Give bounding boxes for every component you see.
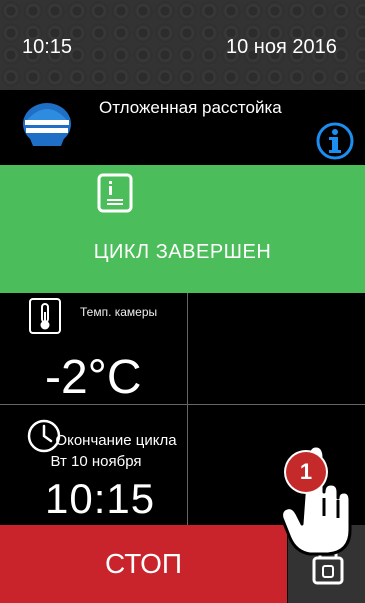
recipe-icon[interactable] — [97, 173, 133, 213]
proofing-icon — [23, 103, 71, 146]
clock-time: 10:15 — [22, 36, 73, 58]
info-icon[interactable] — [316, 122, 354, 160]
empty-cell-top — [188, 293, 365, 404]
chamber-temp-label: Темп. камеры — [80, 305, 158, 319]
program-name: Отложенная расстойка — [99, 98, 282, 117]
current-date: 10 ноя 2016 — [226, 36, 337, 58]
cycle-status-text: ЦИКЛ ЗАВЕРШЕН — [93, 241, 272, 263]
stop-button[interactable]: СТОП — [0, 525, 287, 603]
grid-divider-vertical — [187, 293, 188, 525]
thermometer-icon — [29, 298, 61, 334]
cycle-status-panel — [0, 165, 365, 293]
tutorial-step-badge: 1 — [286, 452, 326, 492]
cycle-end-label: Окончание цикла Вт 10 ноября — [50, 432, 177, 470]
cycle-end-time: 10:15 — [45, 475, 156, 522]
chamber-temp-value: -2°C — [45, 351, 142, 404]
